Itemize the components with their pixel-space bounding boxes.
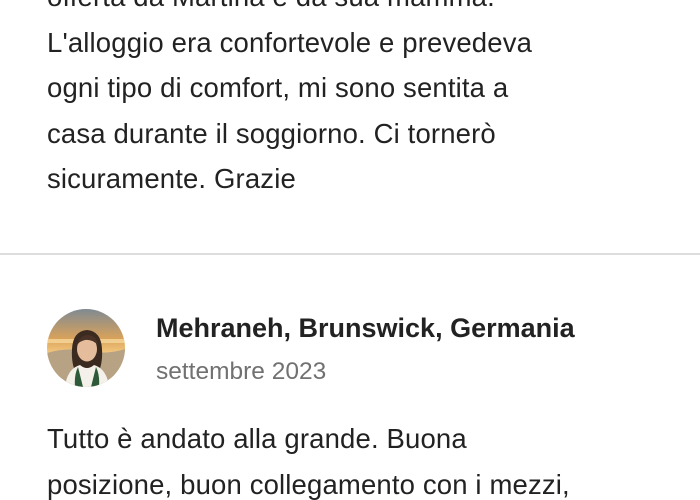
reviewer-avatar[interactable]	[47, 309, 125, 387]
review-text-line: posizione, buon collegamento con i mezzi…	[47, 468, 570, 500]
review-text-line: sicuramente. Grazie	[47, 163, 296, 194]
review-text-line: Tutto è andato alla grande. Buona	[47, 423, 467, 454]
review-date: settembre 2023	[156, 358, 327, 385]
review-text-line: ogni tipo di comfort, mi sono sentita a	[47, 72, 509, 103]
review-text: Tutto è andato alla grande. Buona posizi…	[0, 416, 616, 500]
review-text-line: L'alloggio era confortevole e prevedeva	[47, 26, 533, 58]
previous-review: offerta da Martina e da sua mamma. L'all…	[0, 0, 700, 202]
review-text-line: casa durante il soggiorno. Ci tornerò	[47, 117, 496, 149]
review-text-line: offerta da Martina e da sua mamma.	[47, 0, 654, 20]
user-photo-avatar-icon	[47, 309, 125, 387]
previous-review-text: offerta da Martina e da sua mamma. L'all…	[0, 0, 700, 202]
review-divider	[0, 253, 700, 255]
reviewer-name: Mehraneh, Brunswick, Germania	[156, 313, 575, 343]
